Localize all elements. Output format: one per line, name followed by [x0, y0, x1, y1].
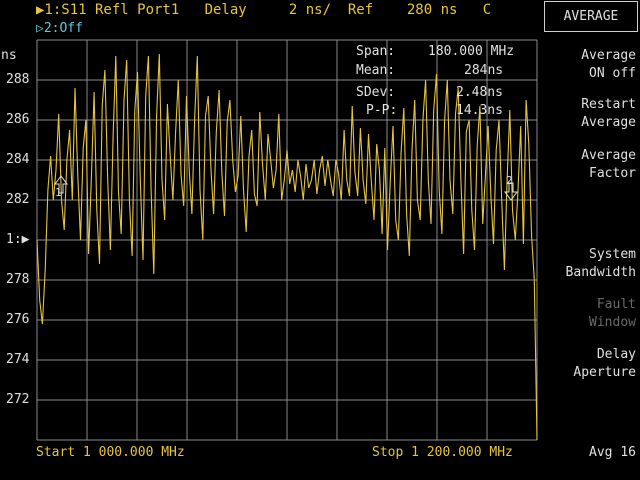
softkey-fault-window: Fault Window — [589, 297, 636, 330]
mean-value: 284ns — [464, 63, 504, 78]
start-frequency: Start 1 000.000 MHz — [36, 445, 185, 460]
span-value: 180.000 MHz — [428, 44, 515, 59]
softkey-average-factor[interactable]: Average Factor — [540, 147, 636, 183]
pp-value: 14.3ns — [456, 103, 503, 118]
marker-2-label: 2 — [506, 174, 513, 187]
marker-1-label: 1 — [55, 186, 62, 199]
mean-label: Mean: — [356, 63, 396, 78]
span-label: Span: — [356, 44, 396, 59]
pp-label: P-P: — [366, 103, 398, 118]
softkey-system-bandwidth[interactable]: System Bandwidth — [540, 246, 636, 282]
softkey-average-on-off[interactable]: Average ON off — [540, 47, 636, 83]
menu-title-average: AVERAGE — [544, 1, 638, 32]
stop-frequency: Stop 1 200.000 MHz — [372, 445, 513, 460]
grid — [36, 39, 538, 441]
sdev-value: 2.48ns — [456, 85, 503, 100]
average-count: Avg 16 — [589, 445, 636, 460]
softkey-delay-aperture[interactable]: Delay Aperture — [540, 346, 636, 382]
sdev-label: SDev: — [356, 85, 396, 100]
softkey-restart-average[interactable]: Restart Average — [540, 96, 636, 132]
